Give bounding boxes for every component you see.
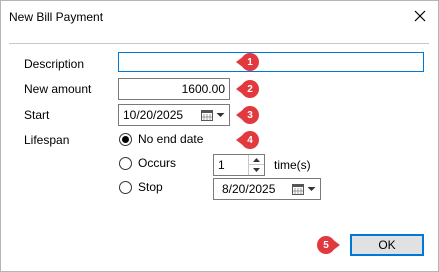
callout-badge-2: 2 [236, 80, 259, 98]
callout-number: 5 [317, 236, 335, 254]
chevron-down-icon [307, 187, 316, 191]
start-date-value: 10/20/2025 [123, 108, 184, 122]
chevron-up-icon [253, 157, 260, 162]
radio-no-end-date[interactable] [119, 133, 132, 146]
start-calendar-button[interactable] [201, 108, 225, 122]
stepper-buttons [248, 155, 264, 175]
calendar-icon [201, 109, 213, 121]
new-amount-label: New amount [24, 82, 92, 96]
start-date-picker[interactable]: 10/20/2025 [118, 104, 230, 126]
radio-occurs[interactable] [119, 157, 132, 170]
callout-number: 4 [241, 131, 259, 149]
description-input[interactable] [118, 52, 424, 72]
dialog-title: New Bill Payment [9, 10, 104, 24]
stop-date-picker[interactable]: 8/20/2025 [213, 178, 321, 200]
radio-no-end-date-label[interactable]: No end date [138, 132, 203, 146]
callout-badge-1: 1 [236, 53, 259, 71]
chevron-down-icon [253, 168, 260, 172]
new-bill-payment-dialog: New Bill Payment Description New amount … [0, 0, 439, 272]
occurs-count-value: 1 [218, 158, 225, 172]
callout-number: 1 [241, 53, 259, 71]
callout-number: 3 [241, 106, 259, 124]
start-label: Start [24, 108, 50, 122]
calendar-icon [292, 183, 304, 195]
close-button[interactable] [408, 4, 432, 28]
occurs-unit-label: time(s) [274, 158, 311, 172]
new-amount-input[interactable] [118, 78, 230, 100]
callout-number: 2 [241, 80, 259, 98]
stop-calendar-button[interactable] [292, 182, 316, 196]
title-bar: New Bill Payment [1, 1, 438, 33]
stepper-up-button[interactable] [249, 155, 264, 165]
close-icon [414, 10, 426, 22]
lifespan-label: Lifespan [24, 133, 70, 147]
chevron-down-icon [216, 113, 225, 117]
callout-badge-5: 5 [317, 236, 340, 254]
radio-stop[interactable] [119, 181, 132, 194]
stepper-down-button[interactable] [249, 165, 264, 175]
ok-button[interactable]: OK [350, 234, 424, 256]
title-divider [9, 43, 429, 44]
radio-stop-label[interactable]: Stop [138, 180, 163, 194]
callout-badge-4: 4 [236, 131, 259, 149]
stop-date-value: 8/20/2025 [222, 182, 276, 196]
radio-occurs-label[interactable]: Occurs [138, 156, 176, 170]
occurs-count-stepper[interactable]: 1 [213, 154, 265, 176]
callout-badge-3: 3 [236, 106, 259, 124]
description-label: Description [24, 57, 85, 71]
